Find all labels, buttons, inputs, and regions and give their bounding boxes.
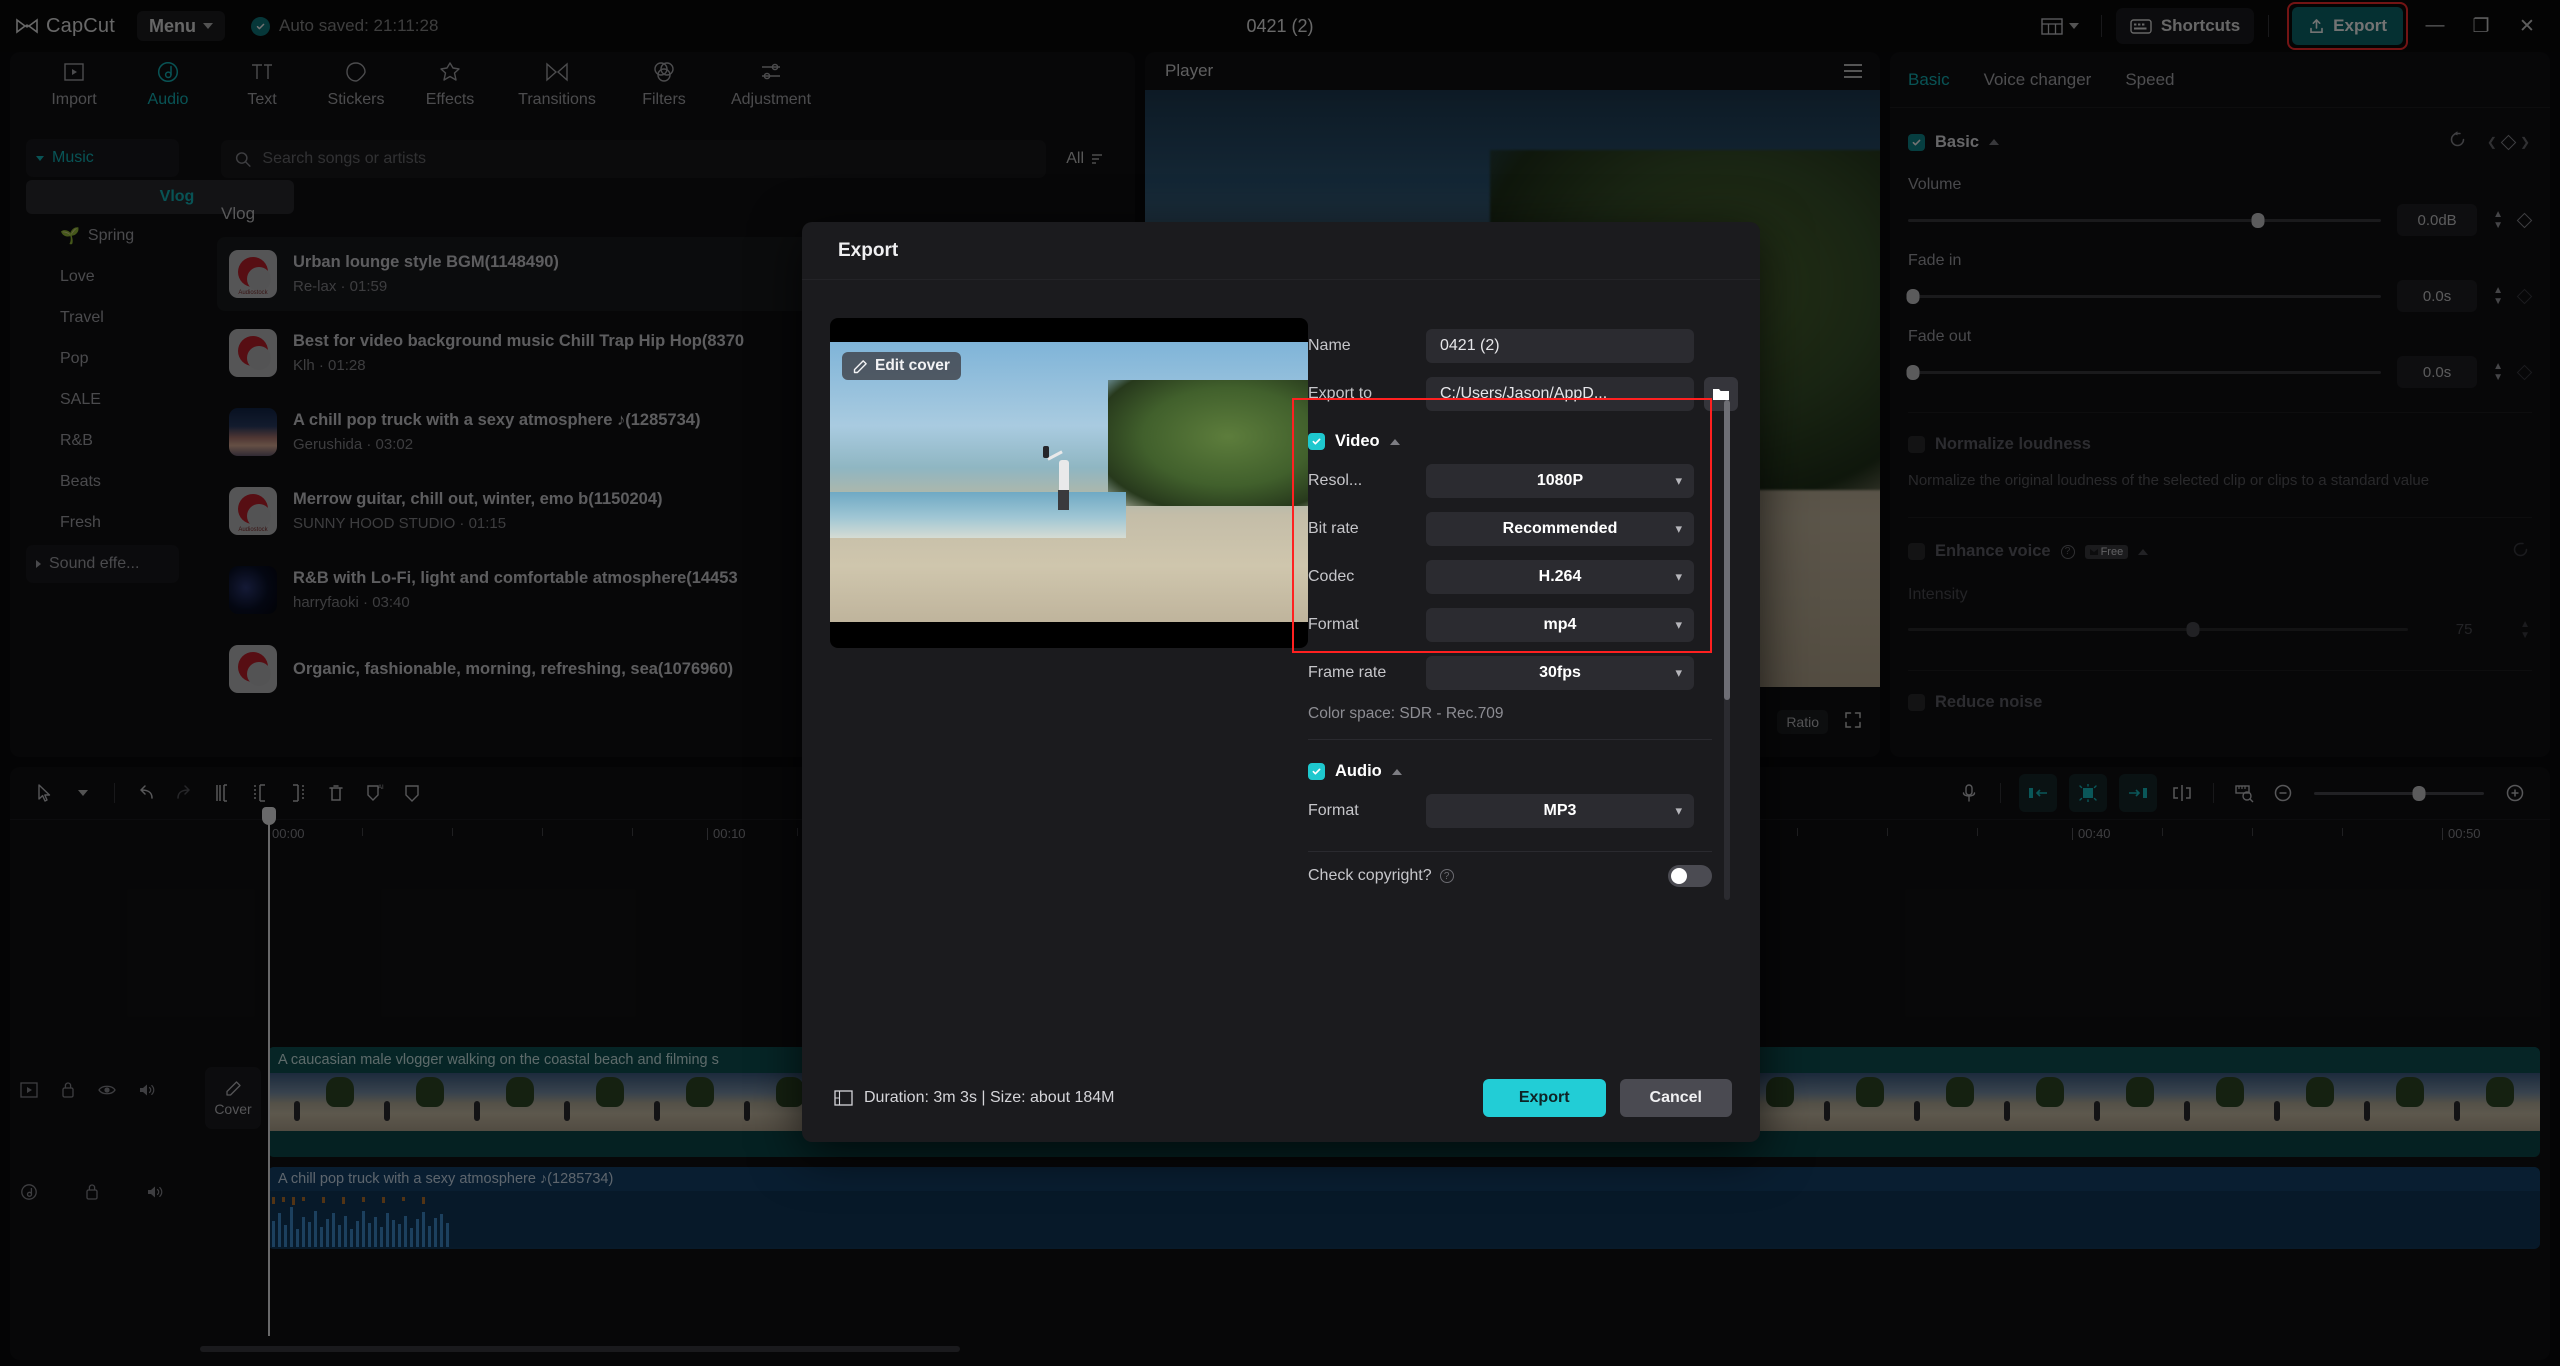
- footer-buttons: Export Cancel: [1482, 1079, 1732, 1117]
- dialog-cancel-button[interactable]: Cancel: [1619, 1079, 1732, 1117]
- framerate-value: 30fps: [1539, 664, 1581, 681]
- name-row: Name 0421 (2): [1292, 322, 1760, 370]
- cover-sea: [830, 492, 1127, 538]
- film-icon: [834, 1090, 853, 1106]
- audio-format-row: Format MP3 ▾: [1292, 787, 1760, 835]
- copyright-label-wrap: Check copyright? ?: [1308, 867, 1454, 885]
- framerate-label: Frame rate: [1308, 664, 1387, 681]
- video-format-select[interactable]: mp4 ▾: [1426, 608, 1694, 642]
- audio-format-label: Format: [1308, 802, 1359, 819]
- resolution-select[interactable]: 1080P ▾: [1426, 464, 1694, 498]
- export-dialog-body: Edit cover Name 0421 (2) Export to C:/Us…: [802, 280, 1760, 1054]
- copyright-label: Check copyright?: [1308, 867, 1432, 884]
- name-input[interactable]: 0421 (2): [1426, 329, 1694, 363]
- export-cover-section: Edit cover: [802, 280, 1308, 1054]
- chevron-down-icon: ▾: [1675, 569, 1682, 584]
- framerate-row: Frame rate 30fps ▾: [1292, 649, 1760, 697]
- color-space-text: Color space: SDR - Rec.709: [1308, 705, 1504, 722]
- export-settings-scrollbar[interactable]: [1724, 400, 1730, 900]
- codec-value: H.264: [1538, 568, 1582, 585]
- edit-cover-button[interactable]: Edit cover: [842, 352, 961, 380]
- export-dialog: Export Edit cover Name 0421 (2) Export t…: [802, 222, 1760, 1142]
- cover-preview: Edit cover: [830, 318, 1308, 648]
- copyright-row: Check copyright? ?: [1292, 852, 1760, 900]
- duration-info: Duration: 3m 3s | Size: about 184M: [834, 1089, 1115, 1107]
- name-label: Name: [1308, 337, 1351, 354]
- export-dialog-title: Export: [802, 222, 1760, 280]
- audio-group-label: Audio: [1335, 762, 1382, 780]
- chevron-down-icon: ▾: [1675, 473, 1682, 488]
- cover-camera: [1042, 446, 1049, 458]
- chevron-down-icon: ▾: [1675, 617, 1682, 632]
- pencil-icon: [853, 359, 867, 373]
- export-settings-section: Name 0421 (2) Export to C:/Users/Jason/A…: [1292, 280, 1760, 1054]
- help-icon[interactable]: ?: [1439, 869, 1454, 883]
- capcut-window: CapCut Menu Auto saved: 21:11:28 0421 (2…: [0, 0, 2560, 1366]
- cover-trees: [1108, 380, 1308, 506]
- chevron-down-icon: ▾: [1675, 803, 1682, 818]
- cover-person: [1058, 460, 1070, 510]
- framerate-select[interactable]: 30fps ▾: [1426, 656, 1694, 690]
- resolution-value: 1080P: [1536, 472, 1584, 489]
- audio-checkbox[interactable]: [1308, 763, 1325, 780]
- bitrate-select[interactable]: Recommended ▾: [1426, 512, 1694, 546]
- chevron-up-icon[interactable]: [1391, 768, 1402, 775]
- edit-cover-label: Edit cover: [875, 357, 950, 374]
- codec-select[interactable]: H.264 ▾: [1426, 560, 1694, 594]
- chevron-down-icon: ▾: [1675, 665, 1682, 680]
- dialog-export-button[interactable]: Export: [1482, 1079, 1606, 1117]
- chevron-down-icon: ▾: [1675, 521, 1682, 536]
- copyright-toggle[interactable]: [1668, 865, 1712, 887]
- audio-format-value: MP3: [1543, 802, 1577, 819]
- audio-group-header: Audio: [1292, 740, 1760, 787]
- cover-preview-image: [830, 342, 1308, 622]
- bitrate-value: Recommended: [1502, 520, 1618, 537]
- video-format-value: mp4: [1543, 616, 1577, 633]
- audio-format-select[interactable]: MP3 ▾: [1426, 794, 1694, 828]
- export-dialog-footer: Duration: 3m 3s | Size: about 184M Expor…: [802, 1054, 1760, 1142]
- duration-text: Duration: 3m 3s | Size: about 184M: [864, 1089, 1115, 1106]
